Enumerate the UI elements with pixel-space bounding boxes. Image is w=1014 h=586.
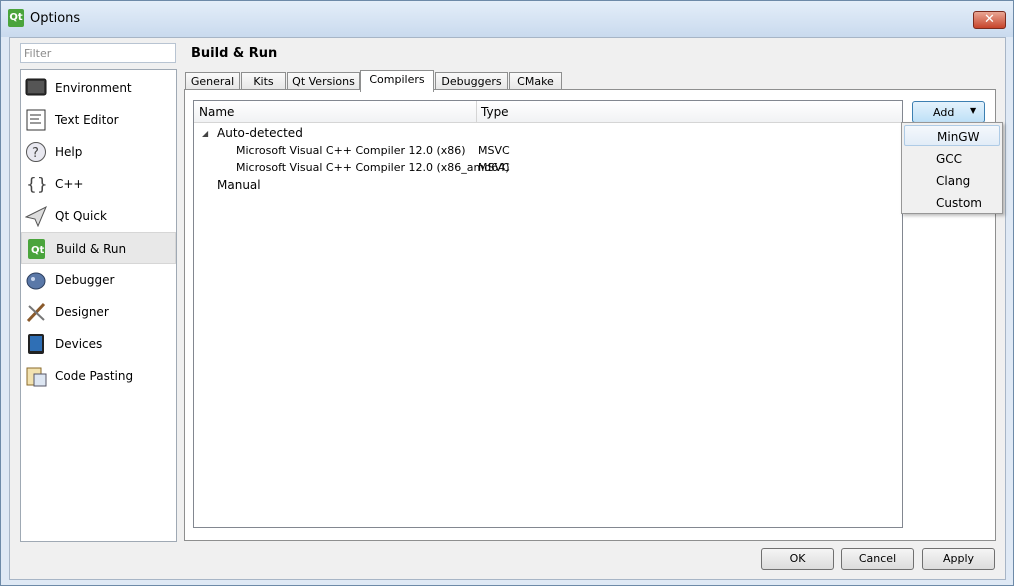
svg-text:{}: {} (26, 175, 47, 195)
sidebar-item-environment[interactable]: Environment (21, 72, 176, 104)
tree-header: Name Type (194, 101, 902, 123)
compilers-panel: Name Type ◢ Auto-detected Microsoft Visu… (184, 89, 996, 541)
menu-item-label: Clang (936, 174, 971, 188)
menu-item-mingw[interactable]: MinGW (904, 125, 1000, 146)
sidebar-item-help[interactable]: ? Help (21, 136, 176, 168)
apply-button[interactable]: Apply (922, 548, 995, 570)
add-button[interactable]: Add ▼ (912, 101, 985, 123)
table-row[interactable]: Microsoft Visual C++ Compiler 12.0 (x86_… (194, 160, 902, 177)
qt-quick-icon (25, 205, 47, 227)
sidebar-item-label: Text Editor (55, 113, 119, 127)
monitor-icon (25, 77, 47, 99)
filter-input[interactable]: Filter (20, 43, 176, 63)
sidebar-item-cpp[interactable]: {} C++ (21, 168, 176, 200)
qt-icon: Qt (8, 9, 24, 27)
tab-compilers[interactable]: Compilers (360, 70, 434, 92)
svg-text:?: ? (32, 146, 39, 161)
category-list: Environment Text Editor ? Help {} C++ Qt… (20, 69, 177, 542)
sidebar-item-designer[interactable]: Designer (21, 296, 176, 328)
sidebar-item-label: Help (55, 145, 83, 159)
menu-item-label: MinGW (937, 130, 980, 144)
compiler-name: Microsoft Visual C++ Compiler 12.0 (x86_… (236, 161, 510, 174)
sidebar-item-label: Debugger (55, 273, 115, 287)
sidebar-item-text-editor[interactable]: Text Editor (21, 104, 176, 136)
sidebar-item-label: Qt Quick (55, 209, 107, 223)
compiler-type: MSVC (478, 161, 510, 174)
add-compiler-menu: MinGW GCC Clang Custom (901, 122, 1003, 214)
sidebar-item-build-run[interactable]: Qt Build & Run (21, 232, 176, 264)
designer-icon (25, 301, 47, 323)
expand-arrow-icon[interactable]: ◢ (202, 129, 208, 138)
dialog-body: Filter Environment Text Editor ? Help {}… (9, 37, 1006, 580)
table-row[interactable]: Microsoft Visual C++ Compiler 12.0 (x86)… (194, 143, 902, 160)
sidebar-item-label: Code Pasting (55, 369, 134, 383)
column-separator[interactable] (476, 101, 477, 123)
text-editor-icon (25, 109, 47, 131)
options-window: Qt Options ✕ Filter Environment Text Edi… (0, 0, 1014, 586)
sidebar-item-label: Designer (55, 305, 109, 319)
sidebar-item-debugger[interactable]: Debugger (21, 264, 176, 296)
column-header-name[interactable]: Name (199, 105, 234, 119)
menu-item-gcc[interactable]: GCC (904, 148, 1000, 169)
compilers-tree[interactable]: Name Type ◢ Auto-detected Microsoft Visu… (193, 100, 903, 528)
sidebar-item-qt-quick[interactable]: Qt Quick (21, 200, 176, 232)
dropdown-arrow-icon: ▼ (970, 106, 977, 115)
sidebar-item-label: Environment (55, 81, 132, 95)
cancel-button[interactable]: Cancel (841, 548, 914, 570)
tree-group-manual[interactable]: Manual (194, 177, 902, 194)
sidebar-item-devices[interactable]: Devices (21, 328, 176, 360)
add-button-label: Add (933, 106, 955, 119)
menu-item-custom[interactable]: Custom (904, 192, 1000, 213)
sidebar-item-label: C++ (55, 177, 84, 191)
sidebar-item-code-pasting[interactable]: Code Pasting (21, 360, 176, 392)
svg-text:Qt: Qt (31, 245, 45, 256)
title-bar[interactable]: Qt Options ✕ (1, 1, 1013, 37)
devices-icon (25, 333, 47, 355)
menu-item-clang[interactable]: Clang (904, 170, 1000, 191)
cpp-icon: {} (25, 173, 47, 195)
window-title: Options (30, 11, 81, 26)
code-pasting-icon (25, 365, 47, 387)
group-label: Auto-detected (217, 126, 303, 140)
compiler-name: Microsoft Visual C++ Compiler 12.0 (x86) (236, 144, 466, 157)
build-run-icon: Qt (26, 238, 48, 260)
group-label: Manual (217, 178, 261, 192)
sidebar-item-label: Devices (55, 337, 103, 351)
menu-item-label: GCC (936, 152, 963, 166)
help-icon: ? (25, 141, 47, 163)
compiler-type: MSVC (478, 144, 510, 157)
page-title: Build & Run (191, 46, 278, 61)
ok-button[interactable]: OK (761, 548, 834, 570)
sidebar-item-label: Build & Run (56, 242, 127, 256)
menu-item-label: Custom (936, 196, 982, 210)
column-header-type[interactable]: Type (481, 105, 509, 119)
tree-group-auto-detected[interactable]: ◢ Auto-detected (194, 125, 902, 142)
close-button[interactable]: ✕ (973, 11, 1006, 29)
debugger-icon (25, 269, 47, 291)
